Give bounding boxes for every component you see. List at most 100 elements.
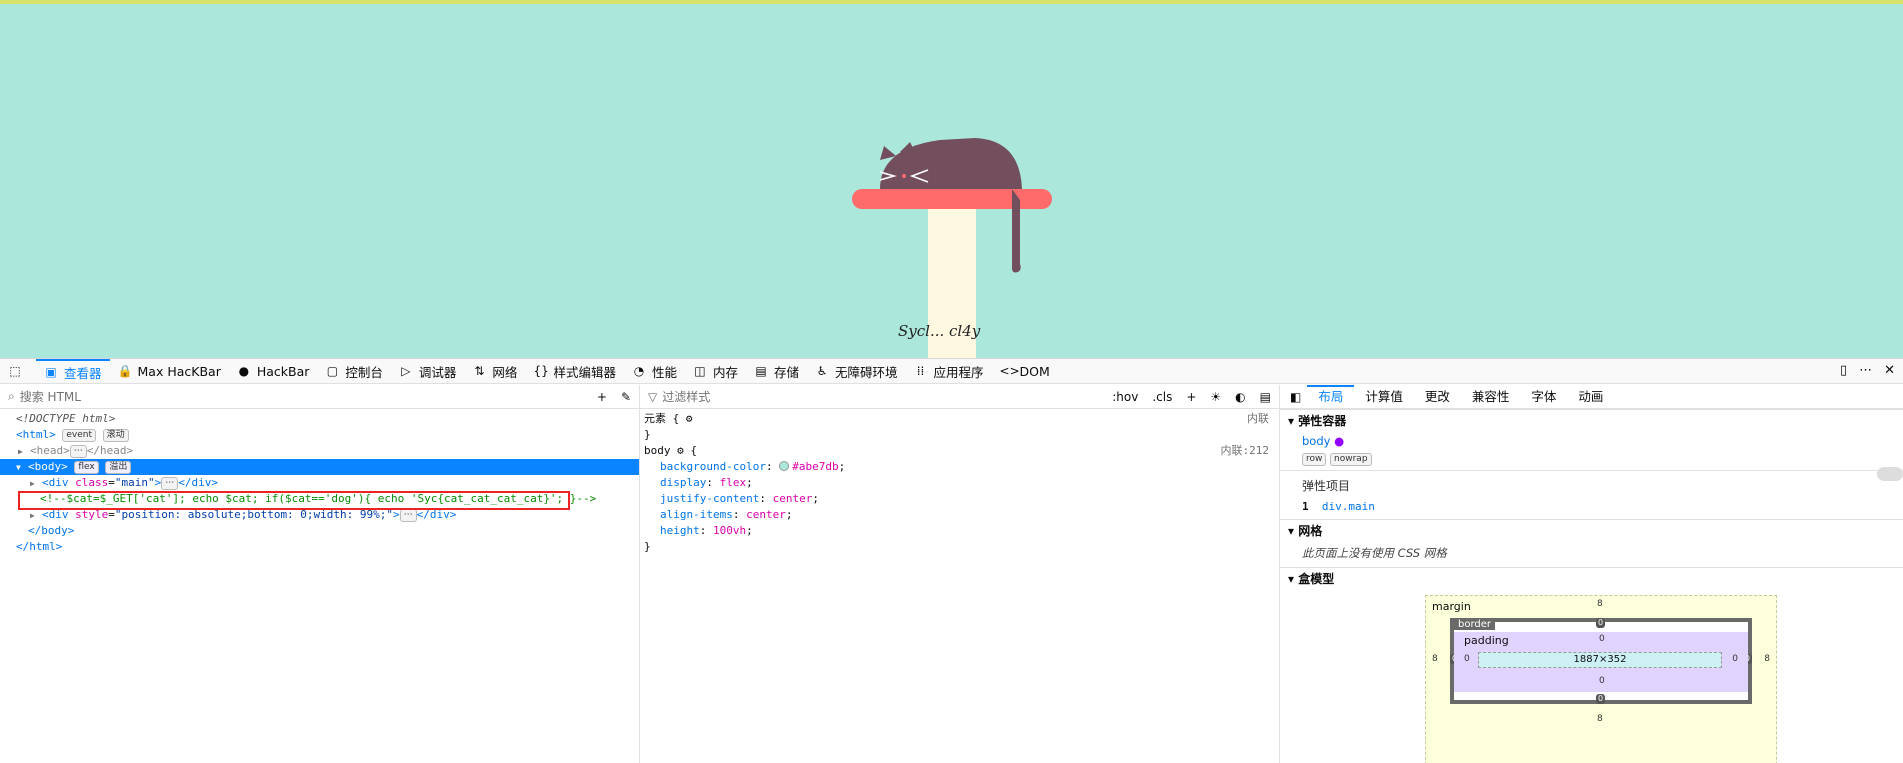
dark-mode-icon[interactable]: ◐ bbox=[1235, 390, 1245, 404]
tab-label: HackBar bbox=[256, 363, 310, 379]
collapse-icon: ▼ bbox=[16, 463, 21, 472]
gear-icon[interactable]: ⚙ bbox=[686, 412, 693, 425]
toggle-sidebar-icon[interactable]: ◧ bbox=[1284, 390, 1307, 404]
close-icon[interactable]: ✕ bbox=[1884, 363, 1895, 378]
layout-tab[interactable]: 计算值 bbox=[1354, 385, 1414, 409]
body-rule[interactable]: body ⚙ {内联:212 bbox=[644, 443, 1275, 459]
tab-label: 控制台 bbox=[345, 364, 383, 380]
element-picker-icon[interactable]: ⬚ bbox=[0, 359, 36, 384]
flex-badge[interactable]: flex bbox=[74, 461, 99, 474]
flex-item-row[interactable]: 1 div.main bbox=[1302, 500, 1903, 513]
memory-icon: ◫ bbox=[694, 364, 706, 378]
tab-label: 调试器 bbox=[418, 364, 457, 380]
search-icon: ⌕ bbox=[8, 389, 15, 403]
body-close-line[interactable]: </body> bbox=[0, 523, 639, 539]
flex-container-header[interactable]: ▾ 弹性容器 bbox=[1280, 409, 1903, 431]
print-icon[interactable]: ▤ bbox=[1260, 390, 1271, 404]
css-declaration[interactable]: display: flex; bbox=[644, 475, 1275, 491]
tab-debugger[interactable]: ▷ 调试器 bbox=[391, 359, 465, 384]
eyedropper-icon[interactable]: ✎ bbox=[621, 390, 631, 404]
dock-icon[interactable]: ▯ bbox=[1840, 363, 1847, 378]
tab-globe[interactable]: ● HackBar bbox=[229, 359, 318, 384]
tab-lock[interactable]: 🔒 Max HacKBar bbox=[110, 359, 229, 384]
box-model-diagram: margin 8 8 8 8 border 0 0 0 0 padding 0 … bbox=[1425, 595, 1777, 763]
tab-application[interactable]: ⁞⁞ 应用程序 bbox=[906, 359, 992, 384]
box-model-border: border 0 0 0 0 padding 0 0 0 0 1887×352 bbox=[1450, 618, 1752, 704]
light-mode-icon[interactable]: ☀ bbox=[1210, 390, 1221, 404]
more-menu-icon[interactable]: ⋯ bbox=[1859, 363, 1872, 378]
performance-icon: ◔ bbox=[633, 364, 645, 378]
markup-pane: ⌕ 搜索 HTML + ✎ <!DOCTYPE html> <html> eve… bbox=[0, 385, 640, 763]
tab-label: 查看器 bbox=[64, 365, 102, 381]
layout-tab[interactable]: 字体 bbox=[1520, 385, 1567, 409]
page-signature: Sycl... cl4y bbox=[898, 322, 981, 340]
tab-label: 性能 bbox=[651, 364, 677, 380]
layout-tab[interactable]: 兼容性 bbox=[1461, 385, 1521, 409]
box-model-header[interactable]: ▾ 盒模型 bbox=[1280, 567, 1903, 589]
page-viewport: Sycl... cl4y bbox=[0, 0, 1903, 358]
scroll-badge[interactable]: 滚动 bbox=[102, 429, 129, 442]
event-badge[interactable]: event bbox=[62, 429, 97, 442]
doctype-line[interactable]: <!DOCTYPE html> bbox=[0, 411, 639, 427]
body-line-selected[interactable]: ▼ <body> flex 溢出 bbox=[0, 459, 639, 475]
tab-label: 内存 bbox=[712, 364, 738, 380]
expand-icon: ▶ bbox=[18, 447, 23, 456]
devtools-panel: ⬚ ▣ 查看器 🔒 Max HacKBar ● HackBar ▢ 控制台 ▷ 调试器 ⇅ 网络 {} 样… bbox=[0, 358, 1903, 763]
tab-storage[interactable]: ▤ 存储 bbox=[746, 359, 807, 384]
flex-body-row[interactable]: body ● row nowrap bbox=[1280, 431, 1903, 481]
layout-tab[interactable]: 动画 bbox=[1567, 385, 1614, 409]
div-main-line[interactable]: ▶ <div class="main"> ⋯ </div> bbox=[0, 475, 639, 491]
cat-body bbox=[880, 138, 1022, 189]
filter-input[interactable]: 过滤样式 bbox=[662, 388, 710, 405]
tab-label: DOM bbox=[1019, 363, 1050, 379]
layout-tab[interactable]: 更改 bbox=[1414, 385, 1461, 409]
tab-label: Max HacKBar bbox=[137, 363, 221, 379]
css-declaration[interactable]: align-items: center; bbox=[644, 507, 1275, 523]
flex-toggle[interactable] bbox=[1877, 467, 1903, 481]
expand-icon: ▶ bbox=[30, 479, 35, 488]
tab-dom[interactable]: <> DOM bbox=[992, 359, 1058, 384]
html-open-line[interactable]: <html> event 滚动 bbox=[0, 427, 639, 443]
sidebar-tabs: ◧ 布局 计算值 更改 兼容性 字体 动画 bbox=[1280, 385, 1903, 409]
tab-style-editor[interactable]: {} 样式编辑器 bbox=[525, 359, 624, 384]
search-input[interactable]: 搜索 HTML bbox=[20, 388, 81, 405]
css-declaration[interactable]: background-color: #abe7db; bbox=[644, 459, 1275, 475]
layout-tab[interactable]: 布局 bbox=[1307, 385, 1355, 409]
debugger-icon: ▷ bbox=[401, 364, 411, 378]
tab-performance[interactable]: ◔ 性能 bbox=[624, 359, 685, 384]
element-rule[interactable]: 元素 { ⚙ 内联 bbox=[644, 411, 1275, 427]
grid-header[interactable]: ▾ 网格 bbox=[1280, 519, 1903, 541]
tab-label: 无障碍环境 bbox=[835, 364, 898, 380]
add-node-icon[interactable]: + bbox=[597, 390, 607, 404]
lock-icon: 🔒 bbox=[117, 364, 133, 378]
tab-network[interactable]: ⇅ 网络 bbox=[464, 359, 525, 384]
tab-accessibility[interactable]: ♿ 无障碍环境 bbox=[807, 359, 906, 384]
css-declaration[interactable]: height: 100vh; bbox=[644, 523, 1275, 539]
storage-icon: ▤ bbox=[755, 364, 767, 378]
rules-pane: ▽ 过滤样式 :hov .cls + ☀ ◐ ▤ 元素 { ⚙ 内联 } body… bbox=[640, 385, 1280, 763]
box-model-content[interactable]: 1887×352 bbox=[1478, 652, 1722, 668]
color-swatch[interactable] bbox=[779, 461, 790, 471]
tab-label: 存储 bbox=[773, 364, 799, 380]
tab-inspector[interactable]: ▣ 查看器 bbox=[36, 358, 110, 384]
comment-highlight-box bbox=[18, 491, 570, 510]
cls-button[interactable]: .cls bbox=[1152, 390, 1172, 404]
overflow-badge[interactable]: 溢出 bbox=[105, 461, 132, 474]
globe-icon: ● bbox=[238, 364, 250, 378]
expand-icon: ▶ bbox=[30, 511, 35, 520]
box-model-padding: padding 0 0 0 0 1887×352 bbox=[1454, 632, 1748, 692]
inspector-icon: ▣ bbox=[45, 365, 57, 379]
gear-icon[interactable]: ⚙ bbox=[677, 444, 684, 457]
hov-button[interactable]: :hov bbox=[1112, 390, 1138, 404]
tab-console[interactable]: ▢ 控制台 bbox=[317, 359, 391, 384]
cat-scene bbox=[852, 138, 1052, 358]
tab-memory[interactable]: ◫ 内存 bbox=[685, 359, 746, 384]
console-icon: ▢ bbox=[326, 364, 339, 378]
add-rule-icon[interactable]: + bbox=[1186, 390, 1196, 404]
css-declaration[interactable]: justify-content: center; bbox=[644, 491, 1275, 507]
html-search[interactable]: ⌕ 搜索 HTML + ✎ bbox=[0, 385, 639, 409]
filter-icon: ▽ bbox=[648, 389, 658, 404]
rules-filter[interactable]: ▽ 过滤样式 :hov .cls + ☀ ◐ ▤ bbox=[640, 385, 1279, 409]
html-close-line[interactable]: </html> bbox=[0, 539, 639, 555]
head-line[interactable]: ▶ <head> ⋯ </head> bbox=[0, 443, 639, 459]
